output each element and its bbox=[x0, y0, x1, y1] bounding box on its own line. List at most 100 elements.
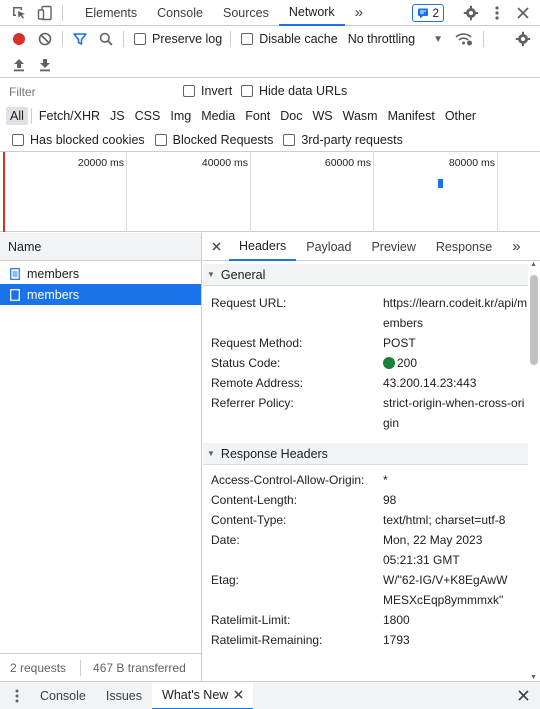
network-settings-gear-icon[interactable] bbox=[510, 26, 536, 52]
header-row: Content-Type: text/html; charset=utf-8 bbox=[203, 510, 528, 530]
drawer-tab-whats-new[interactable]: What's New bbox=[152, 681, 254, 709]
header-row: Date: Mon, 22 May 2023 05:21:31 GMT bbox=[203, 530, 528, 570]
close-details-icon[interactable] bbox=[203, 233, 229, 261]
timeline-tick-label: 20000 ms bbox=[77, 157, 124, 169]
checkbox-box bbox=[134, 33, 146, 45]
tab-payload[interactable]: Payload bbox=[296, 233, 361, 261]
type-filter-font[interactable]: Font bbox=[241, 107, 274, 125]
header-value[interactable]: strict-origin-when-cross-origin bbox=[383, 393, 528, 433]
type-filter-all[interactable]: All bbox=[6, 107, 28, 125]
header-value[interactable]: https://learn.codeit.kr/api/members bbox=[383, 293, 528, 333]
network-summary-bar: 2 requests 467 B transferred bbox=[0, 653, 201, 681]
drawer-tab-console[interactable]: Console bbox=[30, 682, 96, 709]
header-value[interactable]: 43.200.14.23:443 bbox=[383, 373, 528, 393]
checkbox-box bbox=[241, 85, 253, 97]
tab-response[interactable]: Response bbox=[426, 233, 502, 261]
scroll-up-arrow-icon[interactable]: ▲ bbox=[530, 261, 537, 268]
drawer-menu-icon[interactable] bbox=[4, 682, 30, 709]
type-filter-css[interactable]: CSS bbox=[131, 107, 165, 125]
bottom-drawer-tabs: Console Issues What's New bbox=[0, 681, 540, 709]
header-key: Date: bbox=[211, 533, 240, 547]
hide-data-urls-checkbox[interactable]: Hide data URLs bbox=[241, 84, 347, 98]
transferred-size: 467 B transferred bbox=[93, 660, 186, 675]
issues-badge[interactable]: 2 bbox=[412, 3, 444, 22]
general-section-title: General bbox=[220, 267, 266, 282]
request-row-selected[interactable]: members bbox=[0, 284, 201, 305]
header-value[interactable]: text/html; charset=utf-8 bbox=[383, 510, 509, 530]
document-icon bbox=[10, 267, 20, 280]
header-value[interactable]: POST bbox=[383, 333, 528, 353]
header-value[interactable]: * bbox=[383, 470, 528, 490]
tab-network[interactable]: Network bbox=[278, 0, 345, 26]
type-filter-img[interactable]: Img bbox=[166, 107, 195, 125]
header-key: Content-Type: bbox=[211, 513, 287, 527]
export-har-icon[interactable] bbox=[32, 52, 58, 78]
settings-gear-icon[interactable] bbox=[458, 0, 484, 26]
has-blocked-cookies-checkbox[interactable]: Has blocked cookies bbox=[12, 133, 145, 147]
invert-checkbox[interactable]: Invert bbox=[183, 84, 232, 98]
disable-cache-checkbox[interactable]: Disable cache bbox=[241, 32, 338, 46]
type-filter-doc[interactable]: Doc bbox=[276, 107, 306, 125]
close-tab-icon[interactable] bbox=[234, 690, 243, 699]
close-devtools-icon[interactable] bbox=[510, 0, 536, 26]
type-filter-ws[interactable]: WS bbox=[308, 107, 336, 125]
blocked-requests-checkbox[interactable]: Blocked Requests bbox=[154, 133, 273, 147]
request-row[interactable]: members bbox=[0, 263, 201, 284]
status-ok-dot bbox=[383, 357, 395, 369]
type-filter-manifest[interactable]: Manifest bbox=[384, 107, 439, 125]
type-filter-other[interactable]: Other bbox=[441, 107, 480, 125]
filter-input[interactable] bbox=[5, 83, 169, 101]
network-conditions-icon[interactable] bbox=[451, 26, 477, 52]
scroll-down-arrow-icon[interactable]: ▼ bbox=[530, 674, 537, 681]
more-detail-tabs-button[interactable]: » bbox=[502, 233, 530, 261]
type-filter-js[interactable]: JS bbox=[106, 107, 129, 125]
dropdown-arrow-icon: ▼ bbox=[433, 33, 444, 45]
timeline-gridline bbox=[250, 152, 251, 232]
search-icon[interactable] bbox=[93, 26, 119, 52]
tab-elements[interactable]: Elements bbox=[75, 0, 147, 26]
header-value[interactable]: Mon, 22 May 2023 05:21:31 GMT bbox=[383, 530, 493, 570]
preserve-log-checkbox[interactable]: Preserve log bbox=[134, 32, 222, 46]
filter-icon[interactable] bbox=[67, 26, 93, 52]
header-value[interactable]: 1793 bbox=[383, 630, 528, 650]
timeline-gridline bbox=[373, 152, 374, 232]
header-value[interactable]: 98 bbox=[383, 490, 528, 510]
scrollbar-thumb[interactable] bbox=[530, 275, 538, 365]
throttling-select[interactable]: No throttling ▼ bbox=[348, 32, 443, 46]
type-filter-media[interactable]: Media bbox=[197, 107, 239, 125]
type-filter-fetch-xhr[interactable]: Fetch/XHR bbox=[35, 107, 104, 125]
header-key: Status Code: bbox=[211, 356, 281, 370]
tab-preview[interactable]: Preview bbox=[361, 233, 425, 261]
close-drawer-icon[interactable] bbox=[510, 682, 536, 709]
inspect-element-icon[interactable] bbox=[6, 0, 32, 26]
header-row: Content-Length: 98 bbox=[203, 490, 528, 510]
checkbox-box bbox=[241, 33, 254, 45]
timeline-tick-label: 60000 ms bbox=[324, 157, 371, 169]
tab-sources[interactable]: Sources bbox=[213, 0, 279, 26]
record-icon[interactable] bbox=[6, 26, 32, 52]
import-har-icon[interactable] bbox=[6, 52, 32, 78]
type-filter-wasm[interactable]: Wasm bbox=[339, 107, 382, 125]
status-code-value[interactable]: 200 bbox=[383, 353, 528, 373]
third-party-requests-checkbox[interactable]: 3rd-party requests bbox=[283, 133, 403, 147]
more-options-icon[interactable] bbox=[484, 0, 510, 26]
response-headers-section-header[interactable]: ▼ Response Headers bbox=[203, 443, 528, 465]
network-overview-timeline[interactable]: 20000 ms 40000 ms 60000 ms 80000 ms bbox=[0, 152, 540, 232]
request-name: members bbox=[27, 287, 80, 302]
filter-row: Invert Hide data URLs bbox=[0, 80, 540, 104]
toolbar-divider bbox=[483, 31, 485, 47]
device-toolbar-icon[interactable] bbox=[32, 0, 58, 26]
header-value[interactable]: 1800 bbox=[383, 610, 528, 630]
request-name: members bbox=[27, 266, 80, 281]
name-column-header[interactable]: Name bbox=[0, 233, 201, 261]
general-section-header[interactable]: ▼ General bbox=[203, 264, 528, 286]
more-tabs-button[interactable]: » bbox=[345, 0, 373, 26]
tab-console[interactable]: Console bbox=[147, 0, 213, 26]
drawer-tab-issues[interactable]: Issues bbox=[96, 682, 152, 709]
tab-headers[interactable]: Headers bbox=[229, 233, 297, 261]
clear-icon[interactable] bbox=[32, 26, 58, 52]
throttling-value: No throttling bbox=[347, 32, 416, 46]
toolbar-divider bbox=[62, 4, 63, 21]
invert-label: Invert bbox=[201, 84, 233, 98]
header-value[interactable]: W/"62-IG/V+K8EgAwWMESXcEqp8ymmmxk" bbox=[383, 570, 511, 610]
